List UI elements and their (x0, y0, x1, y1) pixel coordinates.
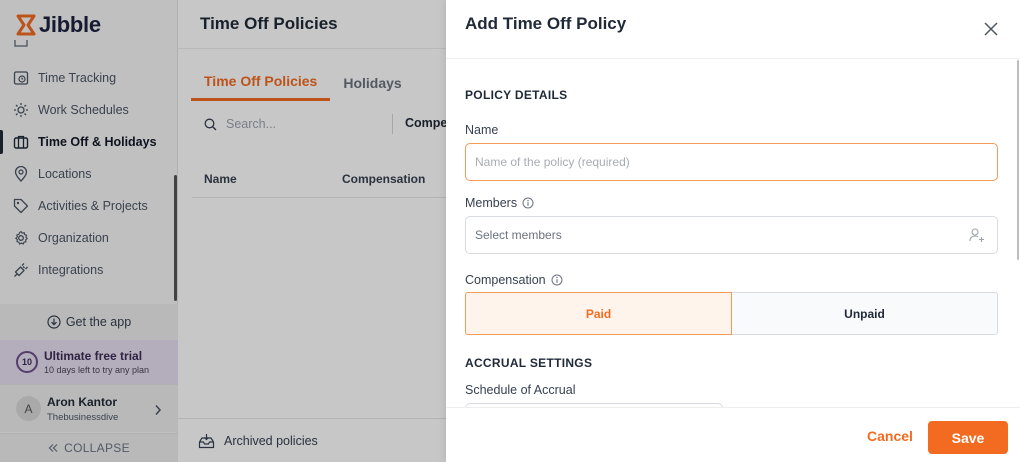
drawer-title: Add Time Off Policy (465, 14, 627, 33)
compensation-paid-option[interactable]: Paid (465, 292, 732, 335)
members-select[interactable]: Select members (465, 216, 998, 254)
schedule-label: Schedule of Accrual (465, 383, 576, 397)
drawer-scrollbar[interactable] (1017, 60, 1019, 260)
add-policy-drawer: Add Time Off Policy POLICY DETAILS Name … (446, 0, 1020, 462)
close-button[interactable] (983, 21, 999, 37)
members-label: Members (465, 196, 534, 210)
drawer-footer: Cancel Save (446, 407, 1020, 462)
members-label-text: Members (465, 196, 518, 210)
members-placeholder: Select members (475, 228, 562, 242)
cancel-button[interactable]: Cancel (867, 428, 913, 444)
compensation-toggle: Paid Unpaid (465, 292, 998, 335)
save-button[interactable]: Save (928, 421, 1008, 454)
name-label: Name (465, 123, 498, 137)
drawer-header: Add Time Off Policy (446, 0, 1020, 59)
schedule-label-text: Schedule of Accrual (465, 383, 576, 397)
compensation-unpaid-option[interactable]: Unpaid (732, 292, 998, 335)
compensation-label: Compensation (465, 273, 563, 287)
add-user-icon (969, 227, 985, 243)
close-icon (983, 22, 999, 41)
modal-backdrop[interactable] (0, 0, 446, 462)
name-label-text: Name (465, 123, 499, 137)
info-icon[interactable] (522, 197, 534, 209)
policy-name-input[interactable] (465, 143, 998, 181)
policy-details-heading: POLICY DETAILS (465, 88, 568, 102)
accrual-settings-heading: ACCRUAL SETTINGS (465, 356, 593, 370)
info-icon[interactable] (551, 274, 563, 286)
compensation-label-text: Compensation (465, 273, 546, 287)
